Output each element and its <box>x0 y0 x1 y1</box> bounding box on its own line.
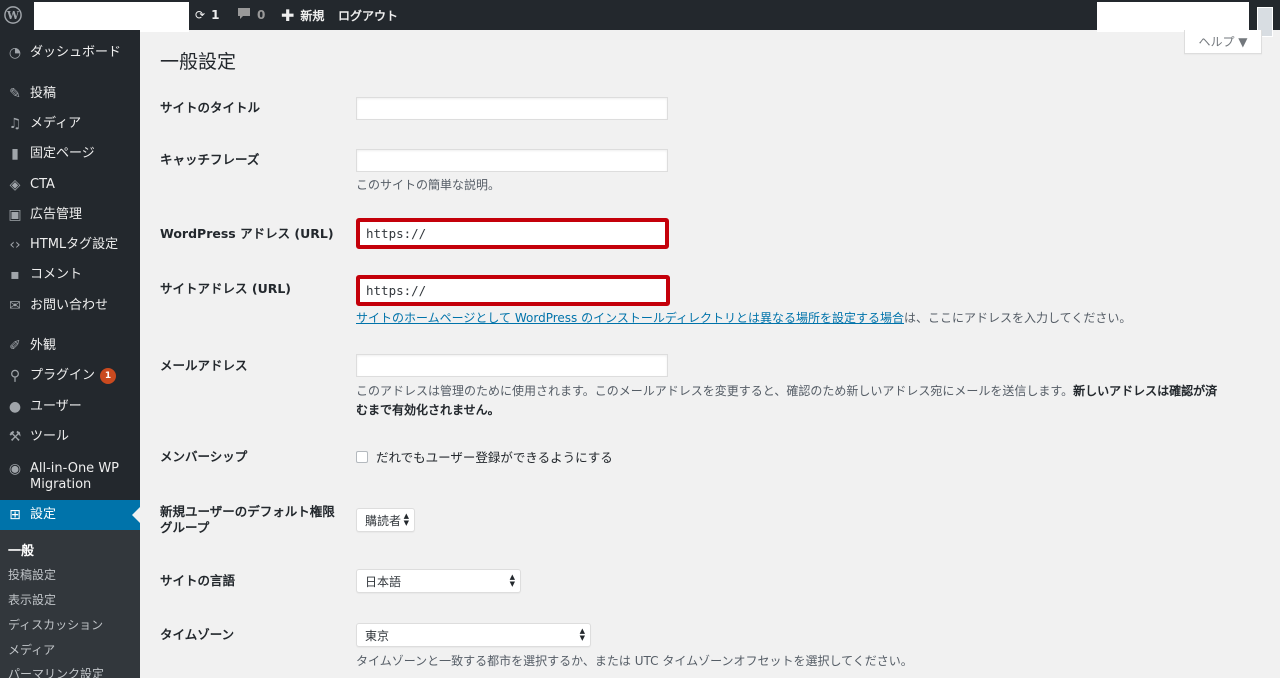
submenu-media[interactable]: メディア <box>8 641 55 658</box>
submenu-reading[interactable]: 表示設定 <box>8 591 56 608</box>
language-value: 日本語 <box>365 574 402 589</box>
timezone-label: タイムゾーン <box>160 627 235 642</box>
migration-label-2: Migration <box>30 477 92 492</box>
submenu-writing[interactable]: 投稿設定 <box>8 566 56 583</box>
sidebar-item-pages[interactable]: ▮ 固定ページ <box>0 146 140 162</box>
select-arrows-icon: ▲ ▼ <box>579 627 585 642</box>
settings-icon: ⊞ <box>9 507 21 523</box>
membership-checkbox[interactable] <box>356 451 368 463</box>
timezone-value: 東京 <box>365 628 390 643</box>
default-role-value: 購読者 <box>365 513 402 528</box>
site-name-link[interactable] <box>34 2 189 32</box>
refresh-icon: ⟳ <box>195 8 206 22</box>
sidebar-item-settings[interactable]: ⊞ 設定 <box>0 500 140 530</box>
wordpress-logo-icon[interactable]: W <box>0 0 26 30</box>
new-label: 新規 <box>300 8 325 23</box>
svg-text:W: W <box>6 9 20 22</box>
email-description: このアドレスは管理のために使用されます。このメールアドレスを変更すると、確認のた… <box>356 382 1261 420</box>
language-select[interactable]: 日本語 ▲ ▼ <box>356 569 521 593</box>
membership-checkbox-label[interactable]: だれでもユーザー登録ができるようにする <box>376 448 613 467</box>
wp-address-input[interactable]: https:// <box>356 218 669 249</box>
site-title-input[interactable] <box>356 97 668 120</box>
settings-submenu: 一般 投稿設定 表示設定 ディスカッション メディア パーマリンク設定 <box>0 530 140 678</box>
media-icon: ♫ <box>8 116 22 132</box>
timezone-select[interactable]: 東京 ▲ ▼ <box>356 623 591 647</box>
select-arrows-icon: ▲ ▼ <box>403 512 409 527</box>
email-input[interactable] <box>356 354 668 377</box>
migration-icon: ◉ <box>8 461 22 477</box>
default-role-label-2: グループ <box>160 520 210 535</box>
comment-icon: ▪ <box>10 267 20 283</box>
membership-label: メンバーシップ <box>160 449 248 464</box>
email-description-bold-2: むまで有効化されません。 <box>356 403 500 417</box>
updates-link[interactable]: ⟳ 1 <box>195 0 219 30</box>
site-address-label: サイトアドレス (URL) <box>160 281 292 296</box>
language-label: サイトの言語 <box>160 573 236 588</box>
user-icon: ● <box>8 399 22 415</box>
sidebar-item-comments[interactable]: ▪ コメント <box>0 267 140 283</box>
submenu-general[interactable]: 一般 <box>8 540 34 559</box>
submenu-permalinks[interactable]: パーマリンク設定 <box>8 665 104 678</box>
sidebar-item-appearance[interactable]: ✐ 外観 <box>0 338 140 354</box>
sidebar-item-html-tags[interactable]: ‹› HTMLタグ設定 <box>0 237 140 253</box>
select-arrows-icon: ▲ ▼ <box>509 573 515 588</box>
new-content-link[interactable]: ✚ 新規 <box>281 0 324 30</box>
page-icon: ▮ <box>11 146 19 162</box>
email-description-text: このアドレスは管理のために使用されます。このメールアドレスを変更すると、確認のた… <box>356 384 1074 398</box>
sidebar-item-plugins[interactable]: ⚲ プラグイン 1 <box>0 368 140 384</box>
comments-count: 0 <box>257 8 266 22</box>
sidebar-item-ads[interactable]: ▣ 広告管理 <box>0 207 140 223</box>
wp-address-label: WordPress アドレス (URL) <box>160 226 334 241</box>
updates-count: 1 <box>211 8 220 22</box>
sidebar-item-tools[interactable]: ⚒ ツール <box>0 429 140 445</box>
sidebar-item-media[interactable]: ♫ メディア <box>0 116 140 132</box>
ad-icon: ▣ <box>8 207 22 223</box>
sidebar-item-dashboard[interactable]: ◔ ダッシュボード <box>0 45 140 61</box>
admin-bar: W ⟳ 1 0 ✚ 新規 ログアウト <box>0 0 1280 37</box>
email-label: メールアドレス <box>160 358 248 373</box>
plugin-icon: ⚲ <box>9 368 21 384</box>
brush-icon: ✐ <box>9 338 21 354</box>
code-icon: ‹› <box>9 237 21 253</box>
plus-icon: ✚ <box>281 5 295 25</box>
comments-link[interactable]: 0 <box>237 0 265 30</box>
wrench-icon: ⚒ <box>8 429 22 445</box>
pin-icon: ✎ <box>9 86 21 102</box>
tagline-input[interactable] <box>356 149 668 172</box>
site-address-help-link[interactable]: サイトのホームページとして WordPress のインストールディレクトリとは異… <box>356 311 904 325</box>
dashboard-icon: ◔ <box>8 45 22 61</box>
page-title: 一般設定 <box>160 51 237 73</box>
logout-link[interactable]: ログアウト <box>338 0 398 30</box>
timezone-description: タイムゾーンと一致する都市を選択するか、または UTC タイムゾーンオフセットを… <box>356 654 913 668</box>
default-role-label: 新規ユーザーのデフォルト権限 グループ <box>160 504 335 536</box>
site-address-description-rest: は、ここにアドレスを入力してください。 <box>904 311 1132 325</box>
email-description-bold-1: 新しいアドレスは確認が済 <box>1073 384 1218 398</box>
migration-label-1: All-in-One WP <box>30 461 120 476</box>
comment-bubble-icon <box>237 7 251 23</box>
mail-icon: ✉ <box>9 298 21 314</box>
site-address-description: サイトのホームページとして WordPress のインストールディレクトリとは異… <box>356 309 1131 328</box>
admin-sidebar: ◔ ダッシュボード ✎ 投稿 ♫ メディア ▮ 固定ページ ◈ CTA ▣ 広告… <box>0 30 140 678</box>
tag-icon: ◈ <box>9 177 21 193</box>
default-role-label-1: 新規ユーザーのデフォルト権限 <box>160 504 335 519</box>
sidebar-item-cta[interactable]: ◈ CTA <box>0 177 140 193</box>
sidebar-item-contact[interactable]: ✉ お問い合わせ <box>0 298 140 314</box>
site-address-input[interactable]: https:// <box>356 275 670 306</box>
plugin-update-badge: 1 <box>100 368 117 384</box>
submenu-discussion[interactable]: ディスカッション <box>8 616 103 633</box>
sidebar-item-posts[interactable]: ✎ 投稿 <box>0 86 140 102</box>
default-role-select[interactable]: 購読者 ▲ ▼ <box>356 508 415 532</box>
help-tab-button[interactable]: ヘルプ ▼ <box>1184 30 1262 54</box>
sidebar-item-migration[interactable]: ◉ All-in-One WP Migration <box>0 461 140 493</box>
tagline-label: キャッチフレーズ <box>160 152 260 167</box>
site-title-label: サイトのタイトル <box>160 100 261 115</box>
sidebar-item-users[interactable]: ● ユーザー <box>0 399 140 415</box>
tagline-description: このサイトの簡単な説明。 <box>356 178 501 192</box>
adminbar-search-input[interactable] <box>1097 2 1249 32</box>
